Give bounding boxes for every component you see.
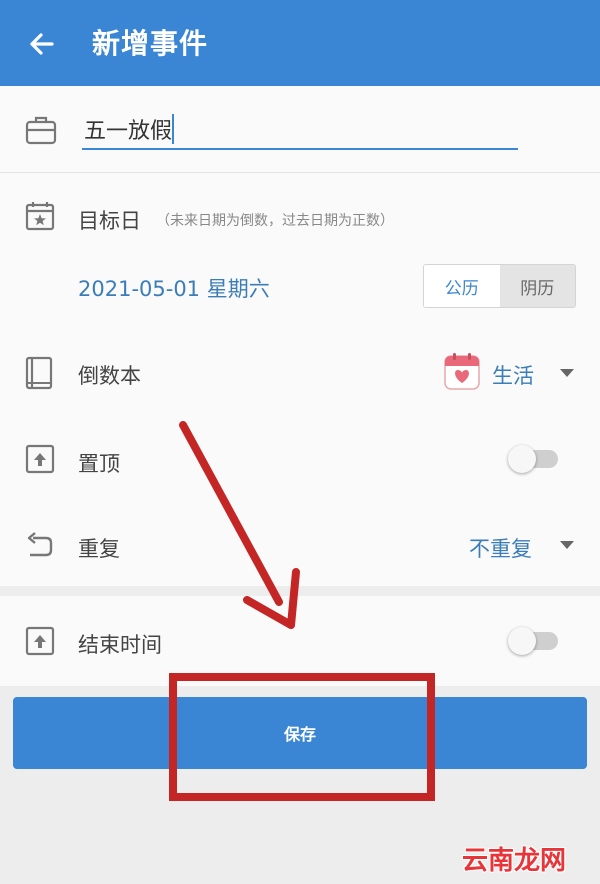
target-date-value[interactable]: 2021-05-01 星期六 bbox=[78, 273, 270, 303]
end-time-label: 结束时间 bbox=[78, 633, 162, 657]
lunar-option[interactable]: 阴历 bbox=[499, 265, 575, 307]
pin-toggle-knob bbox=[508, 445, 536, 473]
event-name-input[interactable] bbox=[82, 110, 518, 150]
page-title: 新增事件 bbox=[92, 27, 209, 60]
repeat-dropdown-icon[interactable] bbox=[560, 541, 574, 549]
gregorian-option[interactable]: 公历 bbox=[424, 265, 500, 307]
pin-top-icon bbox=[25, 444, 55, 474]
watermark: 云南龙网 bbox=[462, 846, 567, 876]
life-category-icon bbox=[444, 353, 480, 390]
save-button[interactable]: 保存 bbox=[13, 697, 587, 769]
app-header: 新增事件 bbox=[0, 0, 600, 86]
back-button[interactable] bbox=[22, 24, 62, 64]
book-icon bbox=[25, 356, 53, 390]
repeat-value[interactable]: 不重复 bbox=[469, 533, 532, 563]
end-time-toggle[interactable] bbox=[508, 627, 558, 655]
divider bbox=[0, 172, 600, 173]
book-value[interactable]: 生活 bbox=[492, 360, 534, 390]
pin-label: 置顶 bbox=[78, 452, 120, 476]
text-cursor bbox=[172, 114, 174, 144]
book-label: 倒数本 bbox=[78, 364, 141, 388]
briefcase-icon bbox=[25, 116, 57, 145]
book-dropdown-icon[interactable] bbox=[560, 369, 574, 377]
calendar-star-icon bbox=[25, 202, 55, 231]
repeat-label: 重复 bbox=[78, 537, 120, 561]
end-time-toggle-knob bbox=[508, 627, 536, 655]
event-form-card bbox=[0, 86, 600, 586]
target-date-hint: （未来日期为倒数，过去日期为正数） bbox=[156, 213, 394, 229]
target-date-label: 目标日 bbox=[78, 209, 141, 233]
calendar-type-switch: 公历 阴历 bbox=[423, 264, 576, 308]
arrow-left-icon bbox=[30, 33, 54, 55]
end-time-icon bbox=[25, 626, 55, 656]
repeat-icon bbox=[27, 532, 53, 557]
pin-toggle[interactable] bbox=[508, 445, 558, 473]
